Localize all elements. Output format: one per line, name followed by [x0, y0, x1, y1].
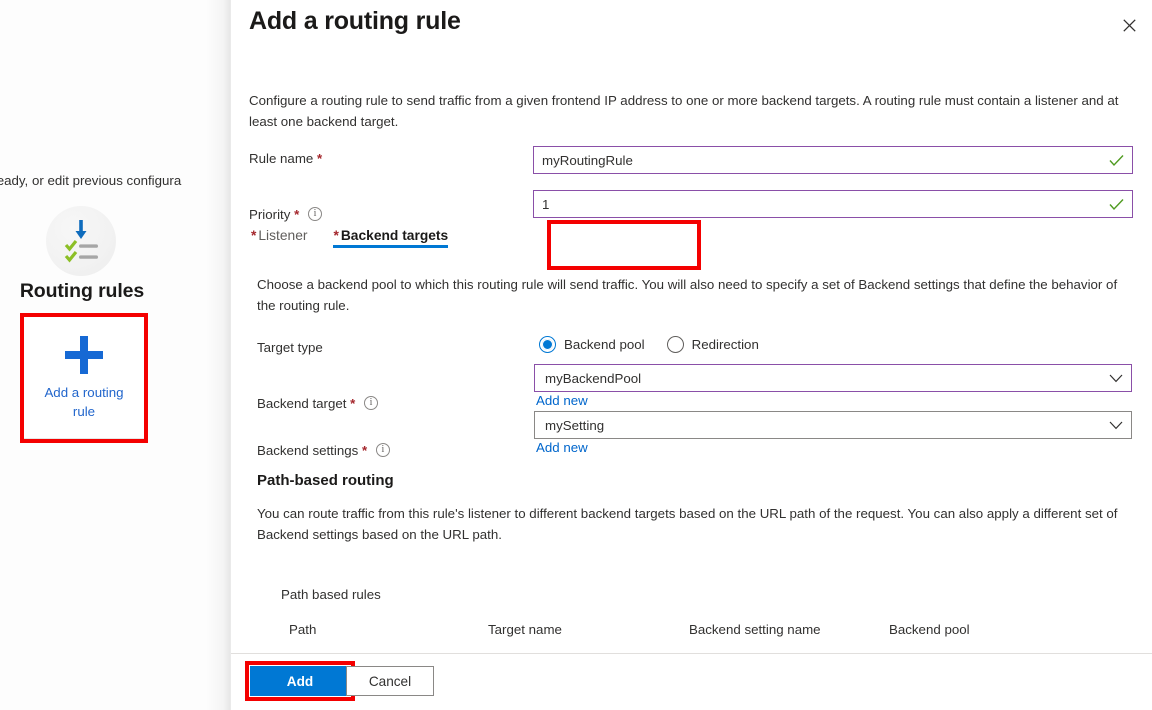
backend-target-label-text: Backend target [257, 396, 346, 411]
download-checklist-icon [46, 206, 116, 276]
path-based-routing-heading: Path-based routing [257, 472, 394, 489]
backend-target-add-new-link[interactable]: Add new [536, 393, 588, 408]
chevron-down-icon [1109, 374, 1123, 383]
rule-name-input[interactable]: myRoutingRule [533, 146, 1133, 174]
info-icon[interactable] [308, 207, 322, 221]
chevron-down-icon [1109, 421, 1123, 430]
target-type-label-text: Target type [257, 340, 323, 355]
rule-name-label: Rule name * [249, 151, 322, 166]
routing-rules-title: Routing rules [0, 280, 164, 303]
panel-edge-shadow [206, 0, 230, 710]
priority-label: Priority * [249, 205, 322, 222]
priority-label-text: Priority [249, 207, 290, 222]
backend-settings-add-new-link[interactable]: Add new [536, 440, 588, 455]
background-cut-text: 't already, or edit previous configura [0, 172, 230, 190]
backend-settings-value: mySetting [545, 418, 1103, 433]
background-page: 't already, or edit previous configura R… [0, 0, 230, 710]
required-marker: * [333, 228, 338, 243]
tab-listener-label: Listener [258, 228, 307, 243]
radio-redirection-label: Redirection [692, 337, 759, 352]
path-rules-table-header: Path Target name Backend setting name Ba… [257, 622, 1137, 650]
priority-value: 1 [542, 197, 1103, 212]
add-button[interactable]: Add [250, 666, 350, 696]
radio-dot-icon [539, 336, 556, 353]
required-marker: * [350, 396, 355, 411]
backend-targets-tab-highlight [547, 220, 701, 270]
priority-input[interactable]: 1 [533, 190, 1133, 218]
check-icon [1109, 154, 1124, 167]
close-icon[interactable] [1112, 8, 1146, 42]
path-based-rules-label: Path based rules [281, 587, 381, 602]
backend-target-value: myBackendPool [545, 371, 1103, 386]
page-title: Add a routing rule [249, 7, 461, 36]
cancel-button[interactable]: Cancel [346, 666, 434, 696]
add-routing-rule-highlight: Add a routing rule [20, 313, 148, 443]
backend-settings-label: Backend settings * [257, 441, 390, 458]
required-marker: * [251, 228, 256, 243]
required-marker: * [294, 207, 299, 222]
info-icon[interactable] [364, 396, 378, 410]
add-a-routing-rule-card[interactable]: Add a routing rule [24, 317, 144, 439]
column-header-target-name: Target name [488, 622, 562, 637]
add-a-routing-rule-label: Add a routing rule [32, 383, 136, 421]
required-marker: * [317, 151, 322, 166]
radio-dot-icon [667, 336, 684, 353]
required-marker: * [362, 443, 367, 458]
target-type-label: Target type [257, 340, 323, 355]
path-based-routing-description: You can route traffic from this rule's l… [257, 503, 1127, 545]
plus-icon [62, 333, 106, 377]
column-header-backend-setting: Backend setting name [689, 622, 821, 637]
tab-active-underline [333, 245, 448, 248]
radio-backend-pool-label: Backend pool [564, 337, 645, 352]
screenshot-root: 't already, or edit previous configura R… [0, 0, 1152, 710]
backend-target-select[interactable]: myBackendPool [534, 364, 1132, 392]
rule-name-value: myRoutingRule [542, 153, 1103, 168]
column-header-backend-pool: Backend pool [889, 622, 970, 637]
backend-settings-label-text: Backend settings [257, 443, 358, 458]
backend-settings-select[interactable]: mySetting [534, 411, 1132, 439]
radio-backend-pool[interactable]: Backend pool [539, 336, 645, 353]
column-header-path: Path [289, 622, 316, 637]
tab-backend-targets-label: Backend targets [341, 228, 448, 243]
radio-redirection[interactable]: Redirection [667, 336, 759, 353]
check-icon [1109, 198, 1124, 211]
tab-listener[interactable]: *Listener [249, 228, 309, 251]
info-icon[interactable] [376, 443, 390, 457]
target-type-radio-group: Backend pool Redirection [539, 336, 759, 353]
blade-description: Configure a routing rule to send traffic… [249, 90, 1129, 132]
footer-divider [231, 653, 1152, 654]
tab-backend-targets[interactable]: *Backend targets [331, 228, 450, 251]
blade-tabs: *Listener *Backend targets [249, 228, 450, 251]
rule-name-label-text: Rule name [249, 151, 313, 166]
backend-target-label: Backend target * [257, 394, 378, 411]
backend-targets-description: Choose a backend pool to which this rout… [257, 274, 1137, 316]
add-routing-rule-blade: Add a routing rule Configure a routing r… [230, 0, 1152, 710]
